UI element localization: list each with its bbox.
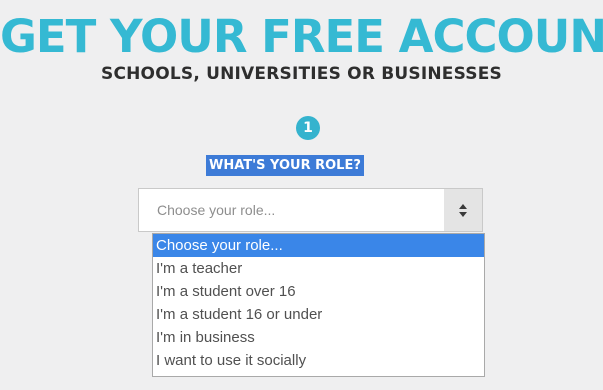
role-select-value: Choose your role... (157, 202, 276, 218)
role-option-student-over-16[interactable]: I'm a student over 16 (153, 280, 484, 303)
role-dropdown-list: Choose your role... I'm a teacher I'm a … (152, 233, 485, 377)
role-option-choose[interactable]: Choose your role... (153, 234, 484, 257)
page-subtitle: SCHOOLS, UNIVERSITIES OR BUSINESSES (101, 64, 502, 84)
role-option-teacher[interactable]: I'm a teacher (153, 257, 484, 280)
step-number-badge: 1 (296, 116, 320, 140)
role-option-social[interactable]: I want to use it socially (153, 349, 484, 372)
page-title: GET YOUR FREE ACCOUNT (0, 10, 603, 63)
select-arrows-icon[interactable] (444, 189, 482, 231)
role-question-label: WHAT'S YOUR ROLE? (206, 155, 364, 176)
role-select[interactable]: Choose your role... (138, 188, 483, 232)
role-option-business[interactable]: I'm in business (153, 326, 484, 349)
role-option-student-16-or-under[interactable]: I'm a student 16 or under (153, 303, 484, 326)
arrow-down-icon (459, 212, 467, 217)
arrow-up-icon (459, 204, 467, 209)
